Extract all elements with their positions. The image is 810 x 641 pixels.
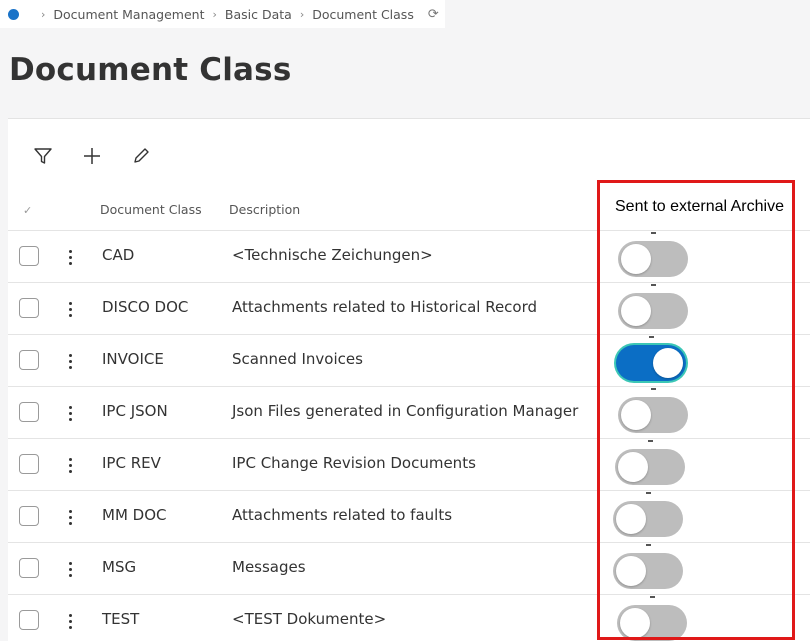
more-options-icon[interactable] xyxy=(64,559,76,579)
toggle-tick xyxy=(649,336,654,338)
sent-to-archive-toggle[interactable] xyxy=(618,388,688,433)
breadcrumb-item-document-class: Document Class xyxy=(312,6,414,22)
toggle-tick xyxy=(651,232,656,234)
description-cell: Attachments related to faults xyxy=(232,506,453,524)
toggle-knob xyxy=(621,244,651,274)
sent-to-archive-toggle[interactable] xyxy=(613,492,683,537)
breadcrumb: › Document Management › Basic Data › Doc… xyxy=(0,0,445,28)
description-cell: <Technische Zeichungen> xyxy=(232,246,433,264)
sent-to-archive-toggle[interactable] xyxy=(618,232,688,277)
toggle-tick xyxy=(646,492,651,494)
refresh-icon[interactable]: ⟳ xyxy=(428,7,439,22)
row-checkbox[interactable] xyxy=(19,558,39,578)
description-cell: Json Files generated in Configuration Ma… xyxy=(232,402,579,420)
toggle-knob xyxy=(616,504,646,534)
table-row[interactable]: CAD <Technische Zeichungen> xyxy=(8,231,810,283)
more-options-icon[interactable] xyxy=(64,455,76,475)
document-class-cell: IPC REV xyxy=(102,454,161,472)
toggle-knob xyxy=(616,556,646,586)
sent-to-archive-toggle[interactable] xyxy=(613,544,683,589)
row-checkbox[interactable] xyxy=(19,610,39,630)
sent-to-archive-toggle[interactable] xyxy=(617,596,687,641)
plus-icon xyxy=(84,148,100,164)
page-title: Document Class xyxy=(9,52,292,88)
annotation-label: Sent to external Archive xyxy=(615,198,784,215)
toolbar xyxy=(32,145,152,167)
row-checkbox[interactable] xyxy=(19,246,39,266)
row-checkbox[interactable] xyxy=(19,454,39,474)
toggle-knob xyxy=(618,452,648,482)
chevron-right-icon: › xyxy=(299,7,305,21)
description-cell: Scanned Invoices xyxy=(232,350,363,368)
toggle-knob xyxy=(621,400,651,430)
toggle-tick xyxy=(646,544,651,546)
row-checkbox[interactable] xyxy=(19,506,39,526)
table-row[interactable]: TEST <TEST Dokumente> xyxy=(8,595,810,641)
filter-button[interactable] xyxy=(32,145,54,167)
sent-to-archive-toggle[interactable] xyxy=(618,284,688,329)
pencil-icon xyxy=(134,148,149,163)
filter-icon xyxy=(34,148,52,164)
more-options-icon[interactable] xyxy=(64,611,76,631)
chevron-right-icon: › xyxy=(41,7,46,21)
table-row[interactable]: DISCO DOC Attachments related to Historic… xyxy=(8,283,810,335)
document-class-cell: INVOICE xyxy=(102,350,164,368)
home-icon[interactable] xyxy=(8,8,19,20)
more-options-icon[interactable] xyxy=(64,299,76,319)
toggle-tick xyxy=(651,284,656,286)
sent-to-archive-toggle[interactable] xyxy=(615,440,685,485)
toggle-tick xyxy=(650,596,655,598)
edit-button[interactable] xyxy=(130,145,152,167)
table-row[interactable]: IPC REV IPC Change Revision Documents xyxy=(8,439,810,491)
sent-to-archive-toggle[interactable] xyxy=(616,336,686,381)
row-checkbox[interactable] xyxy=(19,402,39,422)
document-class-cell: TEST xyxy=(102,610,140,628)
document-class-cell: CAD xyxy=(102,246,135,264)
table-row[interactable]: MM DOC Attachments related to faults xyxy=(8,491,810,543)
description-cell: <TEST Dokumente> xyxy=(232,610,387,628)
document-class-cell: MSG xyxy=(102,558,137,576)
table-card: ✓ Document Class Description CAD <Technis… xyxy=(8,118,810,641)
row-checkbox[interactable] xyxy=(19,298,39,318)
toggle-tick xyxy=(648,440,653,442)
chevron-right-icon: › xyxy=(212,7,217,21)
table-row[interactable]: INVOICE Scanned Invoices xyxy=(8,335,810,387)
toggle-knob xyxy=(653,348,683,378)
document-class-cell: DISCO DOC xyxy=(102,298,189,316)
table-row[interactable]: MSG Messages xyxy=(8,543,810,595)
more-options-icon[interactable] xyxy=(64,403,76,423)
add-button[interactable] xyxy=(81,145,103,167)
row-checkbox[interactable] xyxy=(19,350,39,370)
more-options-icon[interactable] xyxy=(64,507,76,527)
toggle-knob xyxy=(621,296,651,326)
toggle-knob xyxy=(620,608,650,638)
description-cell: Attachments related to Historical Record xyxy=(232,298,538,316)
description-cell: IPC Change Revision Documents xyxy=(232,454,476,472)
description-cell: Messages xyxy=(232,558,306,576)
select-all-checkmark-icon[interactable]: ✓ xyxy=(23,204,32,217)
column-header-description[interactable]: Description xyxy=(229,202,300,217)
more-options-icon[interactable] xyxy=(64,247,76,267)
table-row[interactable]: IPC JSON Json Files generated in Configur… xyxy=(8,387,810,439)
toggle-tick xyxy=(651,388,656,390)
breadcrumb-item-document-management[interactable]: Document Management xyxy=(53,7,204,22)
breadcrumb-item-basic-data[interactable]: Basic Data xyxy=(225,7,292,22)
column-header-document-class[interactable]: Document Class xyxy=(100,202,202,217)
document-class-cell: IPC JSON xyxy=(102,402,168,420)
more-options-icon[interactable] xyxy=(64,351,76,371)
document-class-cell: MM DOC xyxy=(102,506,167,524)
